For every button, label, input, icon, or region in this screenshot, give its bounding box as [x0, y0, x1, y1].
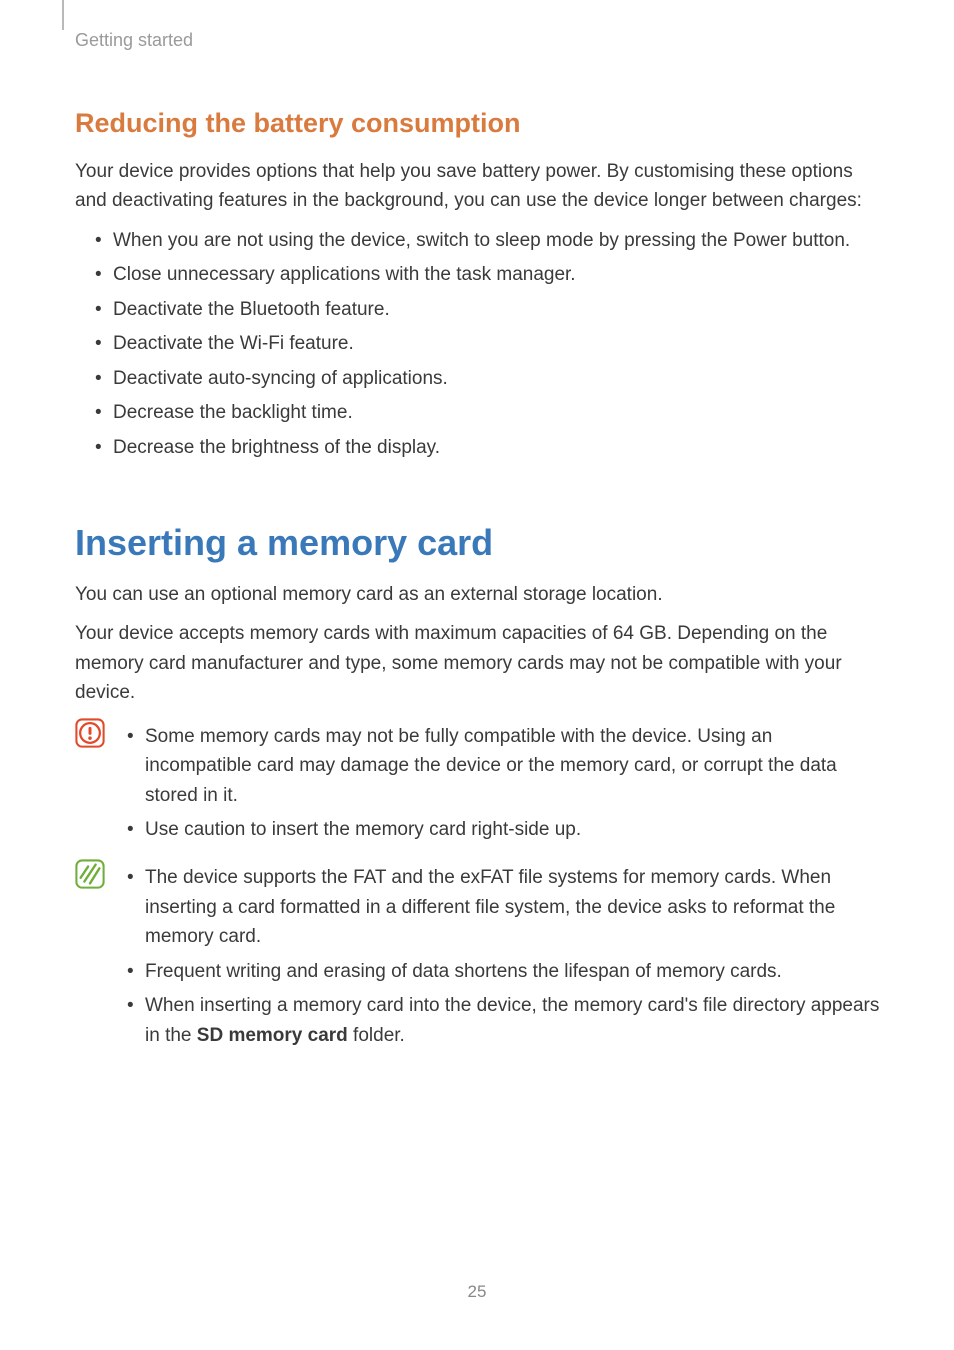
- list-item: Decrease the brightness of the display.: [95, 433, 880, 462]
- note-icon: [75, 859, 127, 889]
- subheading-battery: Reducing the battery consumption: [75, 108, 880, 139]
- memory-p2: Your device accepts memory cards with ma…: [75, 619, 880, 707]
- battery-intro: Your device provides options that help y…: [75, 157, 880, 216]
- page-number: 25: [0, 1282, 954, 1302]
- list-item: Some memory cards may not be fully compa…: [127, 722, 880, 810]
- list-item: Frequent writing and erasing of data sho…: [127, 957, 880, 986]
- caution-list: Some memory cards may not be fully compa…: [127, 722, 880, 845]
- caution-body: Some memory cards may not be fully compa…: [127, 718, 880, 850]
- list-item: Deactivate auto-syncing of applications.: [95, 364, 880, 393]
- list-item: When you are not using the device, switc…: [95, 226, 880, 255]
- note-body: The device supports the FAT and the exFA…: [127, 859, 880, 1055]
- note-last-bold: SD memory card: [197, 1025, 348, 1046]
- page-content: Reducing the battery consumption Your de…: [75, 108, 880, 1063]
- caution-callout: Some memory cards may not be fully compa…: [75, 718, 880, 850]
- list-item: Close unnecessary applications with the …: [95, 260, 880, 289]
- header-rule: [62, 0, 64, 30]
- list-item: Deactivate the Bluetooth feature.: [95, 295, 880, 324]
- caution-icon: [75, 718, 127, 748]
- memory-p1: You can use an optional memory card as a…: [75, 580, 880, 609]
- battery-list: When you are not using the device, switc…: [95, 226, 880, 462]
- list-item: When inserting a memory card into the de…: [127, 991, 880, 1050]
- list-item: Deactivate the Wi-Fi feature.: [95, 329, 880, 358]
- note-list: The device supports the FAT and the exFA…: [127, 863, 880, 1050]
- list-item: Decrease the backlight time.: [95, 398, 880, 427]
- note-last-post: folder.: [348, 1025, 405, 1046]
- list-item: The device supports the FAT and the exFA…: [127, 863, 880, 951]
- heading-memory-card: Inserting a memory card: [75, 522, 880, 564]
- list-item: Use caution to insert the memory card ri…: [127, 815, 880, 844]
- note-callout: The device supports the FAT and the exFA…: [75, 859, 880, 1055]
- breadcrumb: Getting started: [75, 30, 193, 51]
